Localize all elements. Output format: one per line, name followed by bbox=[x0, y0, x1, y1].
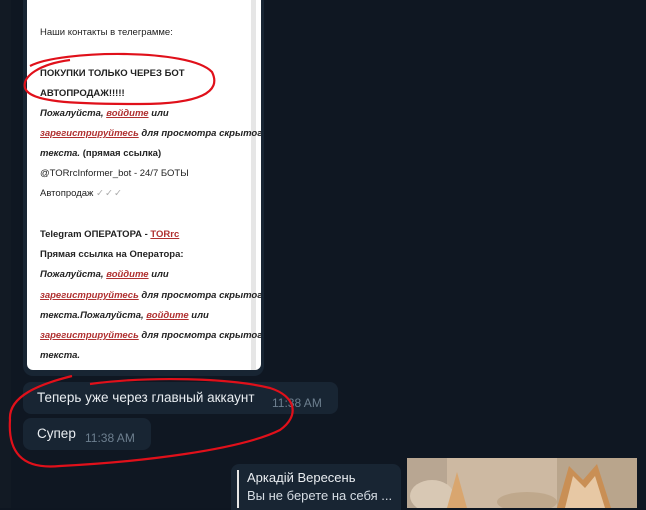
buy-line-2: АВТОПРОДАЖ!!!!! bbox=[40, 88, 125, 99]
forum-screenshot-image[interactable]: Наши контакты в телеграмме: ПОКУПКИ ТОЛЬ… bbox=[27, 0, 261, 370]
reply-text: Вы не берете на себя ... bbox=[247, 488, 393, 503]
login-line-2: Пожалуйста, войдите или bbox=[40, 269, 169, 280]
screenshot-content: Наши контакты в телеграмме: ПОКУПКИ ТОЛЬ… bbox=[27, 0, 261, 370]
buy-line-1: ПОКУПКИ ТОЛЬКО ЧЕРЕЗ БОТ bbox=[40, 68, 185, 79]
login-line-1: Пожалуйста, войдите или bbox=[40, 108, 169, 119]
contacts-line: Наши контакты в телеграмме: bbox=[40, 27, 173, 38]
register-link-2[interactable]: зарегистрируйтесь bbox=[40, 290, 139, 301]
reply-author: Аркадій Вересень bbox=[247, 470, 356, 485]
text-end-line: текста. bbox=[40, 350, 81, 361]
login-link[interactable]: войдите bbox=[106, 108, 148, 119]
bot-line: @TORrcInformer_bot - 24/7 БОТЫ bbox=[40, 168, 189, 179]
register-link-3[interactable]: зарегистрируйтесь bbox=[40, 330, 139, 341]
direct-operator-line: Прямая ссылка на Оператора: bbox=[40, 249, 184, 260]
message-bubble[interactable]: Супер 11:38 AM bbox=[23, 418, 151, 450]
direct-link-line: текста. (прямая ссылка) bbox=[40, 148, 162, 159]
login-link-3[interactable]: войдите bbox=[146, 310, 188, 321]
message-time: 11:38 AM bbox=[272, 396, 322, 410]
register-line-3: зарегистрируйтесь для просмотра скрытого bbox=[40, 330, 261, 341]
chat-left-edge bbox=[0, 0, 11, 508]
register-line-1: зарегистрируйтесь для просмотра скрытого bbox=[40, 128, 261, 139]
register-line-2: зарегистрируйтесь для просмотра скрытого bbox=[40, 290, 261, 301]
operator-link[interactable]: TORrc bbox=[150, 229, 179, 240]
login-line-3: текста.Пожалуйста, войдите или bbox=[40, 310, 209, 321]
reply-preview[interactable]: Аркадій Вересень Вы не берете на себя ..… bbox=[231, 464, 401, 510]
register-link[interactable]: зарегистрируйтесь bbox=[40, 128, 139, 139]
login-link-2[interactable]: войдите bbox=[106, 269, 148, 280]
message-text: Супер bbox=[37, 426, 76, 441]
autosales-line: Автопродаж ✓✓✓ bbox=[40, 188, 123, 199]
message-time: 11:38 AM bbox=[85, 431, 135, 445]
operator-line: Telegram ОПЕРАТОРА - TORrc bbox=[40, 229, 180, 240]
message-text: Теперь уже через главный аккаунт bbox=[37, 390, 255, 405]
checkmarks-icon: ✓✓✓ bbox=[96, 188, 123, 199]
message-bubble[interactable]: Теперь уже через главный аккаунт 11:38 A… bbox=[23, 382, 338, 414]
reply-bar bbox=[237, 470, 239, 508]
cat-photo[interactable] bbox=[407, 458, 637, 508]
